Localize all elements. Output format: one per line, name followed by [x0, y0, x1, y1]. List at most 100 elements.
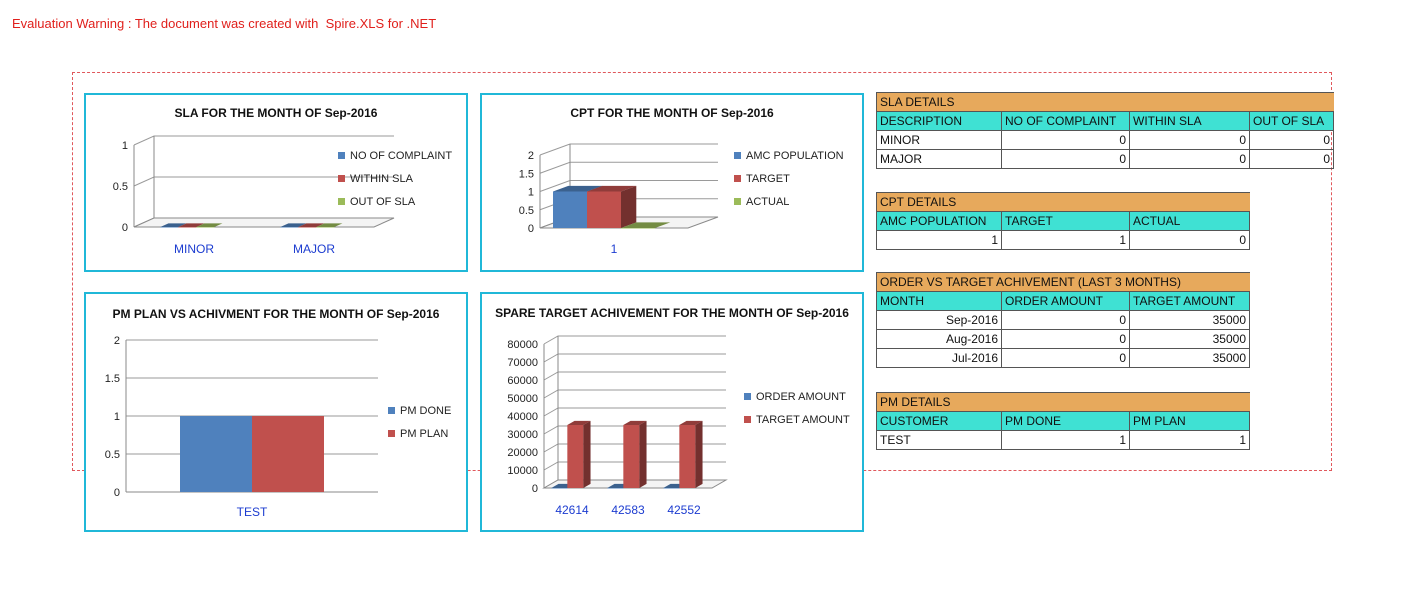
- table-cell[interactable]: 0: [1129, 230, 1250, 250]
- legend-swatch: [388, 407, 395, 414]
- table-row: 1 1 0: [876, 230, 1250, 250]
- y-tick-label: 0.5: [113, 181, 128, 193]
- gridline: [539, 143, 718, 156]
- table-cell[interactable]: Aug-2016: [876, 329, 1002, 349]
- bar: [252, 416, 324, 492]
- gridline: [543, 389, 726, 399]
- y-tick-label: 40000: [507, 411, 538, 423]
- y-tick-label: 70000: [507, 357, 538, 369]
- bar-front: [196, 227, 215, 228]
- bar: [679, 420, 703, 488]
- table-cell[interactable]: 0: [1001, 130, 1130, 150]
- bar-side: [639, 420, 647, 488]
- bar-front: [623, 425, 640, 488]
- table-cell[interactable]: 1: [876, 230, 1002, 250]
- chart-svg: SLA FOR THE MONTH OF Sep-2016 0 0.5 1 MINOR M…: [113, 106, 453, 256]
- table-cell[interactable]: MINOR: [876, 130, 1002, 150]
- table-cell[interactable]: 0: [1249, 149, 1334, 169]
- chart-title: PM PLAN VS ACHIVMENT FOR THE MONTH OF Se…: [113, 307, 440, 321]
- table-cell[interactable]: 0: [1001, 149, 1130, 169]
- bar-front: [298, 227, 317, 228]
- table-cell[interactable]: 35000: [1129, 348, 1250, 368]
- bar-front: [180, 416, 252, 492]
- bar-front: [567, 425, 584, 488]
- pm-plan-chart[interactable]: PM PLAN VS ACHIVMENT FOR THE MONTH OF Se…: [84, 292, 468, 532]
- table-cell[interactable]: Jul-2016: [876, 348, 1002, 368]
- y-tick-label: 1: [122, 140, 128, 152]
- table-title: CPT DETAILS: [876, 192, 1250, 212]
- table-cell[interactable]: MAJOR: [876, 149, 1002, 169]
- column-header: TARGET: [1001, 211, 1130, 231]
- column-header: PM DONE: [1001, 411, 1130, 431]
- legend-label: PM DONE: [400, 405, 451, 417]
- bar-side: [695, 420, 703, 488]
- table-cell[interactable]: 35000: [1129, 329, 1250, 349]
- table-cell[interactable]: TEST: [876, 430, 1002, 450]
- y-tick-label: 20000: [507, 447, 538, 459]
- table-row: MAJOR 0 0 0: [876, 149, 1334, 169]
- legend-swatch: [338, 175, 345, 182]
- chart-svg: PM PLAN VS ACHIVMENT FOR THE MONTH OF Se…: [105, 307, 452, 519]
- bar: [623, 420, 647, 488]
- table-cell[interactable]: 0: [1001, 329, 1130, 349]
- bar: [587, 185, 637, 228]
- gridline: [543, 335, 726, 345]
- chart-svg: SPARE TARGET ACHIVEMENT FOR THE MONTH OF…: [495, 306, 850, 517]
- table-cell[interactable]: 1: [1001, 430, 1130, 450]
- column-header: OUT OF SLA: [1249, 111, 1334, 131]
- y-tick-label: 0: [114, 487, 120, 499]
- y-tick-label: 1: [528, 187, 534, 199]
- chart-title: CPT FOR THE MONTH OF Sep-2016: [570, 106, 774, 120]
- bar-front: [252, 416, 324, 492]
- sla-chart[interactable]: SLA FOR THE MONTH OF Sep-2016 0 0.5 1 MINOR M…: [84, 93, 468, 272]
- bar-front: [663, 488, 680, 489]
- y-tick-label: 30000: [507, 429, 538, 441]
- category-label: 42552: [667, 503, 701, 517]
- table-cell[interactable]: 0: [1129, 130, 1250, 150]
- table-title: PM DETAILS: [876, 392, 1250, 412]
- table-cell[interactable]: 1: [1001, 230, 1130, 250]
- table-cell[interactable]: 0: [1001, 310, 1130, 330]
- table-cell[interactable]: 0: [1129, 149, 1250, 169]
- table-cell[interactable]: Sep-2016: [876, 310, 1002, 330]
- category-label: TEST: [237, 505, 268, 519]
- y-tick-label: 1.5: [105, 373, 120, 385]
- table-cell[interactable]: 1: [1129, 430, 1250, 450]
- bar-front: [679, 425, 696, 488]
- spare-target-chart[interactable]: SPARE TARGET ACHIVEMENT FOR THE MONTH OF…: [480, 292, 864, 532]
- category-label: MAJOR: [293, 242, 335, 256]
- column-header: DESCRIPTION: [876, 111, 1002, 131]
- legend-swatch: [338, 198, 345, 205]
- y-tick-label: 1.5: [519, 168, 534, 180]
- column-header: NO OF COMPLAINT: [1001, 111, 1130, 131]
- legend-swatch: [744, 416, 751, 423]
- legend-label: OUT OF SLA: [350, 196, 416, 208]
- table-row: Jul-2016 0 35000: [876, 348, 1250, 368]
- y-tick-label: 10000: [507, 465, 538, 477]
- bar-front: [316, 227, 335, 228]
- chart-title: SLA FOR THE MONTH OF Sep-2016: [175, 106, 378, 120]
- y-tick-label: 60000: [507, 375, 538, 387]
- cpt-chart[interactable]: CPT FOR THE MONTH OF Sep-2016 0 0.5 1 1.5 2 1 A…: [480, 93, 864, 272]
- y-tick-label: 80000: [507, 339, 538, 351]
- table-cell[interactable]: 0: [1249, 130, 1334, 150]
- gridline: [133, 135, 394, 146]
- legend-label: PM PLAN: [400, 428, 448, 440]
- evaluation-warning: Evaluation Warning : The document was cr…: [12, 16, 437, 31]
- table-row: Aug-2016 0 35000: [876, 329, 1250, 349]
- column-header: WITHIN SLA: [1129, 111, 1250, 131]
- gridline: [543, 371, 726, 381]
- category-label: 42614: [555, 503, 589, 517]
- bar-front: [621, 228, 655, 229]
- column-header: MONTH: [876, 291, 1002, 311]
- table-cell[interactable]: 35000: [1129, 310, 1250, 330]
- column-header: CUSTOMER: [876, 411, 1002, 431]
- y-tick-label: 0.5: [519, 205, 534, 217]
- legend-label: AMC POPULATION: [746, 150, 844, 162]
- y-tick-label: 0: [528, 223, 534, 235]
- pm-details-table: PM DETAILS CUSTOMER PM DONE PM PLAN TEST…: [876, 392, 1250, 450]
- table-row: Sep-2016 0 35000: [876, 310, 1250, 330]
- bar-front: [587, 191, 621, 228]
- table-cell[interactable]: 0: [1001, 348, 1130, 368]
- column-header: AMC POPULATION: [876, 211, 1002, 231]
